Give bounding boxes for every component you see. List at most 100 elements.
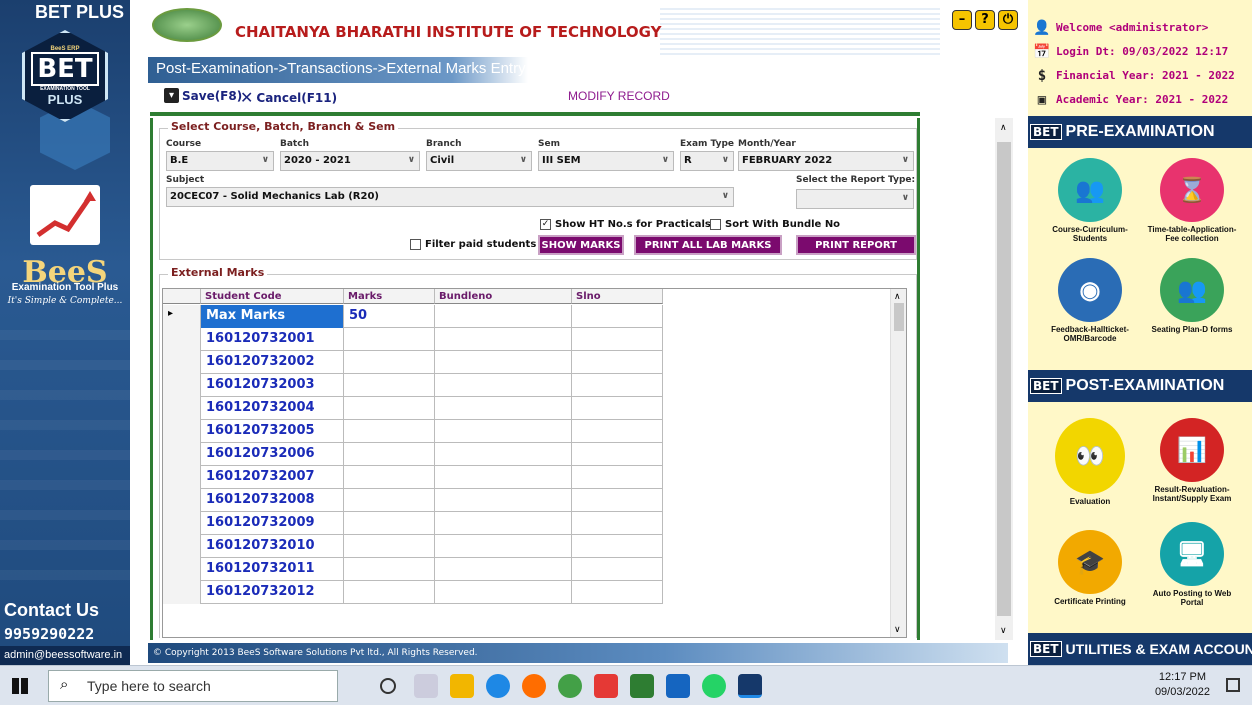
table-cell[interactable]: Max Marks xyxy=(201,305,344,328)
row-indicator[interactable] xyxy=(163,512,201,535)
table-cell[interactable] xyxy=(344,397,435,420)
help-icon[interactable]: ? xyxy=(975,10,995,30)
table-cell[interactable] xyxy=(572,420,663,443)
course-select[interactable]: B.E ∨ xyxy=(166,151,274,171)
table-cell[interactable] xyxy=(344,374,435,397)
table-cell[interactable]: 160120732004 xyxy=(201,397,344,420)
table-cell[interactable] xyxy=(344,420,435,443)
report-type-select[interactable]: ∨ xyxy=(796,189,914,209)
windows-start-icon[interactable] xyxy=(12,678,28,694)
table-cell[interactable] xyxy=(344,466,435,489)
table-cell[interactable]: 50 xyxy=(344,305,435,328)
table-cell[interactable] xyxy=(435,328,572,351)
system-clock[interactable]: 12:17 PM 09/03/2022 xyxy=(1155,670,1210,700)
table-row[interactable]: 160120732002 xyxy=(163,351,663,374)
bet-app-icon[interactable] xyxy=(738,674,762,698)
table-cell[interactable] xyxy=(344,443,435,466)
table-cell[interactable]: 160120732011 xyxy=(201,558,344,581)
row-indicator[interactable] xyxy=(163,328,201,351)
row-indicator[interactable] xyxy=(163,374,201,397)
table-row[interactable]: 160120732008 xyxy=(163,489,663,512)
table-cell[interactable] xyxy=(572,443,663,466)
table-cell[interactable] xyxy=(344,558,435,581)
cancel-button[interactable]: ✕ Cancel(F11) xyxy=(240,88,337,107)
table-cell[interactable] xyxy=(435,305,572,328)
row-indicator[interactable] xyxy=(163,466,201,489)
table-cell[interactable] xyxy=(572,489,663,512)
edge-icon[interactable] xyxy=(486,674,510,698)
table-cell[interactable]: 160120732002 xyxy=(201,351,344,374)
taskbar-search-input[interactable]: Type here to search xyxy=(48,670,338,702)
table-cell[interactable]: 160120732010 xyxy=(201,535,344,558)
excel-icon[interactable] xyxy=(630,674,654,698)
table-cell[interactable] xyxy=(344,489,435,512)
row-indicator[interactable] xyxy=(163,420,201,443)
row-indicator[interactable] xyxy=(163,351,201,374)
row-indicator[interactable] xyxy=(163,489,201,512)
table-cell[interactable]: 160120732006 xyxy=(201,443,344,466)
notification-icon[interactable] xyxy=(1226,678,1240,692)
month-year-select[interactable]: FEBRUARY 2022 ∨ xyxy=(738,151,914,171)
row-indicator[interactable]: ▸ xyxy=(163,305,201,328)
print-report-button[interactable]: PRINT REPORT xyxy=(796,235,916,255)
table-row[interactable]: 160120732003 xyxy=(163,374,663,397)
result-revaluation-module[interactable]: 📊 Result-Revaluation-Instant/Supply Exam xyxy=(1142,418,1242,503)
table-row[interactable]: 160120732004 xyxy=(163,397,663,420)
save-button[interactable]: ▾ Save(F8) xyxy=(164,88,242,103)
table-cell[interactable] xyxy=(572,512,663,535)
utilities-header[interactable]: BET UTILITIES & EXAM ACCOUNT xyxy=(1028,633,1252,665)
table-cell[interactable] xyxy=(572,581,663,604)
table-cell[interactable] xyxy=(572,328,663,351)
table-cell[interactable] xyxy=(572,351,663,374)
show-marks-button[interactable]: SHOW MARKS xyxy=(538,235,624,255)
row-indicator[interactable] xyxy=(163,535,201,558)
table-row[interactable]: 160120732009 xyxy=(163,512,663,535)
cortana-icon[interactable] xyxy=(380,678,396,694)
subject-select[interactable]: 20CEC07 - Solid Mechanics Lab (R20) ∨ xyxy=(166,187,734,207)
certificate-printing-module[interactable]: 🎓 Certificate Printing xyxy=(1040,530,1140,606)
table-row[interactable]: 160120732006 xyxy=(163,443,663,466)
table-cell[interactable]: 160120732008 xyxy=(201,489,344,512)
contact-email[interactable]: admin@beessoftware.in xyxy=(0,646,130,665)
row-indicator[interactable] xyxy=(163,581,201,604)
table-row[interactable]: ▸ Max Marks 50 xyxy=(163,305,663,328)
row-indicator[interactable] xyxy=(163,443,201,466)
auto-posting-module[interactable]: 🖥 Auto Posting to Web Portal xyxy=(1142,522,1242,607)
row-indicator[interactable] xyxy=(163,558,201,581)
print-all-lab-marks-button[interactable]: PRINT ALL LAB MARKS xyxy=(634,235,782,255)
table-cell[interactable]: 160120732001 xyxy=(201,328,344,351)
task-view-icon[interactable] xyxy=(414,674,438,698)
table-cell[interactable] xyxy=(572,535,663,558)
table-cell[interactable] xyxy=(435,535,572,558)
table-row[interactable]: 160120732001 xyxy=(163,328,663,351)
table-cell[interactable] xyxy=(435,397,572,420)
table-cell[interactable]: 160120732007 xyxy=(201,466,344,489)
table-cell[interactable] xyxy=(435,466,572,489)
table-cell[interactable]: 160120732009 xyxy=(201,512,344,535)
table-cell[interactable] xyxy=(344,512,435,535)
table-cell[interactable] xyxy=(344,328,435,351)
sem-select[interactable]: III SEM ∨ xyxy=(538,151,674,171)
table-row[interactable]: 160120732010 xyxy=(163,535,663,558)
marks-grid[interactable]: Student Code Marks Bundleno Slno ▸ Max Ma… xyxy=(162,288,907,638)
table-cell[interactable] xyxy=(435,351,572,374)
table-cell[interactable] xyxy=(572,374,663,397)
filter-paid-checkbox[interactable]: Filter paid students xyxy=(410,239,536,250)
whatsapp-icon[interactable] xyxy=(702,674,726,698)
table-cell[interactable] xyxy=(344,581,435,604)
batch-select[interactable]: 2020 - 2021 ∨ xyxy=(280,151,420,171)
seating-plan-module[interactable]: 👥 Seating Plan-D forms xyxy=(1142,258,1242,334)
table-cell[interactable] xyxy=(435,374,572,397)
file-explorer-icon[interactable] xyxy=(450,674,474,698)
table-cell[interactable] xyxy=(435,512,572,535)
branch-select[interactable]: Civil ∨ xyxy=(426,151,532,171)
table-row[interactable]: 160120732007 xyxy=(163,466,663,489)
table-cell[interactable]: 160120732003 xyxy=(201,374,344,397)
feedback-hallticket-module[interactable]: ◉ Feedback-Hallticket-OMR/Barcode xyxy=(1040,258,1140,343)
table-cell[interactable] xyxy=(572,305,663,328)
evaluation-module[interactable]: 👀 Evaluation xyxy=(1040,418,1140,506)
exam-type-select[interactable]: R ∨ xyxy=(680,151,734,171)
table-cell[interactable] xyxy=(572,558,663,581)
table-cell[interactable] xyxy=(435,581,572,604)
grid-scrollbar[interactable]: ∧ ∨ xyxy=(890,289,906,637)
